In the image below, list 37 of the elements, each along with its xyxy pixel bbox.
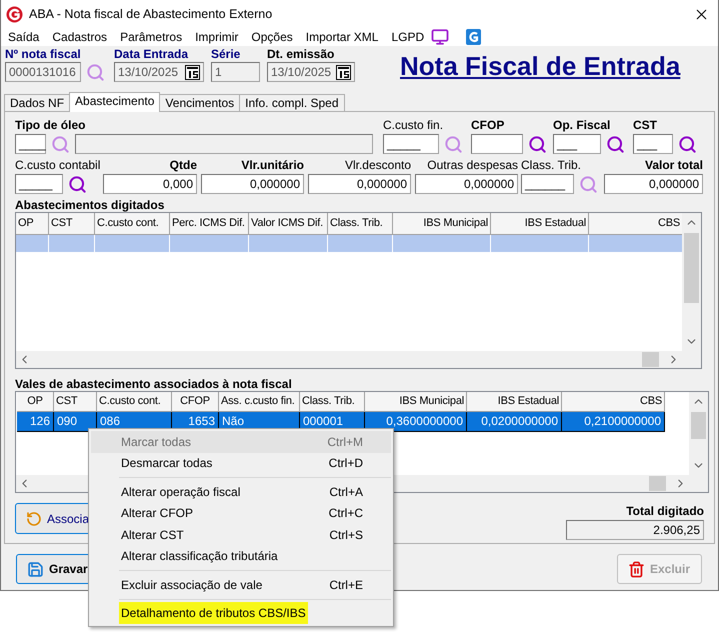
shortcut-text: Ctrl+C xyxy=(328,506,363,520)
field-label: Dt. emissão xyxy=(267,47,334,62)
field-label: Nº nota fiscal xyxy=(5,47,81,62)
field-label: Outras despesas xyxy=(427,157,518,174)
field-label: Data Entrada xyxy=(114,47,188,62)
menu-item-label: Marcar todas xyxy=(121,434,192,449)
shortcut-text: Ctrl+M xyxy=(327,434,363,449)
shortcut-text: Ctrl+E xyxy=(329,578,363,592)
table-cell: 0,0200000000 xyxy=(467,412,562,432)
field-label: Série xyxy=(211,47,240,62)
shortcut-text: Ctrl+D xyxy=(328,456,363,470)
shortcut-text: Ctrl+S xyxy=(329,528,363,542)
menu-item-label: Excluir associação de vale xyxy=(121,578,262,592)
section-title: Abastecimentos digitados xyxy=(15,198,164,212)
total-field: 2.906,25 xyxy=(566,520,704,540)
field-label: Op. Fiscal xyxy=(553,117,610,134)
total-label: Total digitado xyxy=(626,503,704,520)
window-title: ABA - Nota fiscal de Abastecimento Externo xyxy=(29,7,274,21)
menu-item-label: Desmarcar todas xyxy=(121,456,212,470)
field-label: CST xyxy=(633,117,657,134)
table-cell: 0,2100000000 xyxy=(562,412,665,432)
field-label: CFOP xyxy=(471,117,504,134)
field-label: Vlr.desconto xyxy=(344,157,411,174)
menu-item-label: Detalhamento de tributos CBS/IBS xyxy=(119,602,308,624)
section-title: Vales de abastecimento associados à nota fiscal xyxy=(15,377,292,391)
shortcut-text: Ctrl+A xyxy=(329,484,363,499)
field-label: C.custo fin. xyxy=(383,117,444,134)
menu-item-label: Alterar operação fiscal xyxy=(121,484,240,499)
field-label: Vlr.unitário xyxy=(241,157,304,174)
field-label: C.custo contabil xyxy=(15,157,100,174)
field-label: Valor total xyxy=(644,157,703,174)
table-cell: 126 xyxy=(17,412,54,432)
field-label: Qtde xyxy=(170,157,197,174)
field-label: Class. Trib. xyxy=(521,157,582,174)
page-title: Nota Fiscal de Entrada xyxy=(400,51,680,82)
field-label: Tipo de óleo xyxy=(15,117,86,134)
menu-item-label: Alterar classificação tributária xyxy=(121,549,278,564)
